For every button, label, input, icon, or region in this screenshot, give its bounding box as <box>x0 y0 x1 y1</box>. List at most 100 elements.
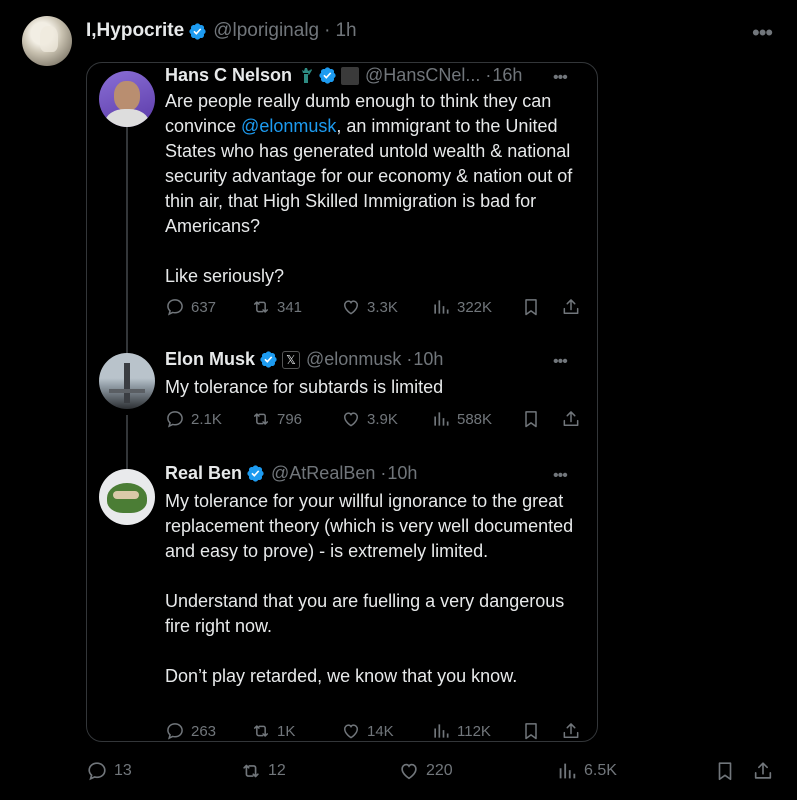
retweet-button[interactable]: 341 <box>251 297 302 317</box>
share-icon <box>561 297 581 317</box>
views-icon <box>556 760 578 782</box>
views-count: 588K <box>457 410 493 428</box>
verified-icon <box>318 66 337 85</box>
views-icon <box>431 297 451 317</box>
tweet-author-row: Hans C Nelson @HansCNel... · 16h <box>165 65 522 86</box>
reply-count: 263 <box>191 722 217 740</box>
retweet-count: 341 <box>277 298 303 316</box>
reply-icon <box>165 721 185 741</box>
reply-count: 637 <box>191 298 217 316</box>
views-button[interactable]: 112K <box>431 721 491 741</box>
tweet-time[interactable]: 10h <box>413 349 443 370</box>
separator-dot: · <box>485 65 492 85</box>
views-count: 322K <box>457 298 493 316</box>
tweet-actions: 2.1K 796 3.9K 588K <box>165 409 585 433</box>
views-icon <box>431 409 451 429</box>
reply-button[interactable]: 637 <box>165 297 216 317</box>
like-icon <box>341 409 361 429</box>
avatar[interactable] <box>99 71 155 127</box>
thread-line <box>126 125 128 355</box>
bookmark-icon <box>714 760 736 782</box>
like-icon <box>341 297 361 317</box>
author-name[interactable]: Real Ben <box>165 463 242 484</box>
share-icon <box>561 409 581 429</box>
tweet-actions: 263 1K 14K 112K <box>165 721 587 741</box>
reply-button[interactable]: 2.1K <box>165 409 222 429</box>
quoted-image[interactable]: Hans C Nelson @HansCNel... · 16h ••• Are… <box>86 62 598 742</box>
separator-dot: · <box>324 20 331 41</box>
like-icon <box>398 760 420 782</box>
like-button[interactable]: 3.3K <box>341 297 398 317</box>
views-count: 6.5K <box>584 762 617 779</box>
avatar[interactable] <box>99 353 155 409</box>
tweet-time[interactable]: 1h <box>335 20 356 42</box>
separator-dot: · <box>380 463 387 483</box>
reply-icon <box>86 760 108 782</box>
tweet-author-row: Real Ben @AtRealBen · 10h <box>165 463 417 484</box>
retweet-count: 796 <box>277 410 303 428</box>
reply-button[interactable]: 263 <box>165 721 216 741</box>
bookmark-button[interactable] <box>521 409 547 429</box>
tweet-actions: 637 341 3.3K 322K <box>165 297 585 321</box>
like-icon <box>341 721 361 741</box>
retweet-button[interactable]: 12 <box>240 760 286 782</box>
verified-icon <box>259 350 278 369</box>
tweet-time[interactable]: 16h <box>492 65 522 86</box>
retweet-count: 1K <box>277 722 296 740</box>
avatar[interactable] <box>22 16 72 66</box>
retweet-icon <box>251 721 271 741</box>
more-icon[interactable]: ••• <box>553 70 568 86</box>
like-button[interactable]: 3.9K <box>341 409 398 429</box>
author-handle[interactable]: @elonmusk <box>306 349 401 370</box>
share-button[interactable] <box>561 409 587 429</box>
share-button[interactable] <box>752 760 780 782</box>
views-button[interactable]: 6.5K <box>556 760 617 782</box>
author-handle[interactable]: @AtRealBen <box>271 463 375 484</box>
retweet-button[interactable]: 796 <box>251 409 302 429</box>
retweet-icon <box>251 297 271 317</box>
reply-button[interactable]: 13 <box>86 760 132 782</box>
author-handle[interactable]: @lporiginalg <box>213 20 319 42</box>
more-icon[interactable]: ••• <box>553 468 568 484</box>
share-button[interactable] <box>561 297 587 317</box>
author-name[interactable]: Elon Musk <box>165 349 255 370</box>
retweet-button[interactable]: 1K <box>251 721 295 741</box>
author-name[interactable]: I,Hypocrite <box>86 20 184 42</box>
reply-count: 2.1K <box>191 410 222 428</box>
mention-link[interactable]: @elonmusk <box>241 116 336 136</box>
bookmark-button[interactable] <box>521 721 547 741</box>
like-button[interactable]: 14K <box>341 721 394 741</box>
author-name[interactable]: Hans C Nelson <box>165 65 292 86</box>
more-icon[interactable]: ••• <box>553 354 568 370</box>
retweet-icon <box>240 760 262 782</box>
like-button[interactable]: 220 <box>398 760 453 782</box>
author-handle[interactable]: @HansCNel... <box>365 65 480 86</box>
separator-dot: · <box>406 349 413 369</box>
avatar[interactable] <box>99 469 155 525</box>
reply-count: 13 <box>114 762 132 779</box>
views-count: 112K <box>457 722 491 740</box>
reply-icon <box>165 409 185 429</box>
views-button[interactable]: 322K <box>431 297 492 317</box>
bookmark-icon <box>521 297 541 317</box>
bookmark-button[interactable] <box>521 297 547 317</box>
tweet-time[interactable]: 10h <box>387 463 417 484</box>
retweet-count: 12 <box>268 762 286 779</box>
more-icon[interactable]: ••• <box>752 22 773 44</box>
verified-icon <box>188 22 207 41</box>
reply-icon <box>165 297 185 317</box>
views-icon <box>431 721 451 741</box>
like-count: 220 <box>426 762 453 779</box>
share-icon <box>561 721 581 741</box>
share-button[interactable] <box>561 721 587 741</box>
bookmark-icon <box>521 409 541 429</box>
outer-tweet-header: I,Hypocrite @lporiginalg · 1h ••• <box>22 14 782 66</box>
share-icon <box>752 760 774 782</box>
like-count: 14K <box>367 722 394 740</box>
views-button[interactable]: 588K <box>431 409 492 429</box>
tweet-author-row: Elon Musk 𝕏 @elonmusk · 10h <box>165 349 443 370</box>
statue-of-liberty-icon <box>302 67 313 83</box>
like-count: 3.3K <box>367 298 398 316</box>
bookmark-button[interactable] <box>714 760 742 782</box>
tweet-text: My tolerance for subtards is limited <box>165 377 444 397</box>
